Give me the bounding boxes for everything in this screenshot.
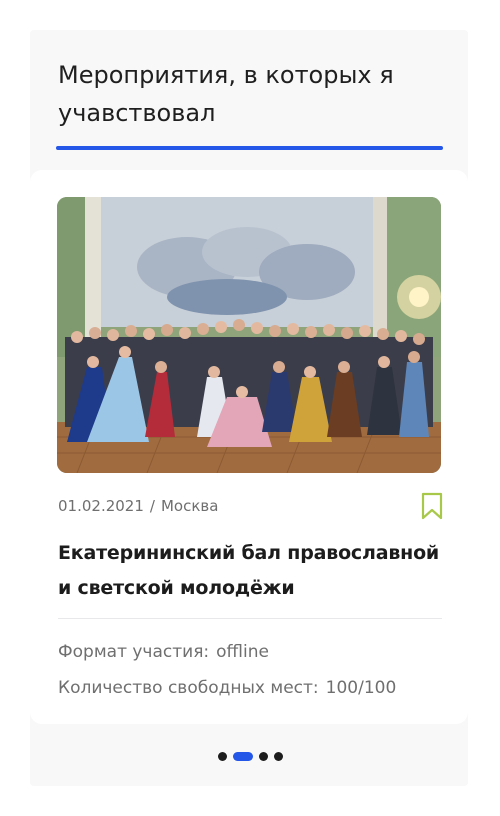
event-meta: 01.02.2021 / Москва [58,495,218,517]
free-seats-value: 100/100 [325,678,397,698]
free-seats-label: Количество свободных мест: [58,678,319,698]
event-photo[interactable] [57,197,441,473]
carousel-pagination [0,751,500,763]
carousel-dot[interactable] [258,752,268,761]
group-photo-image [57,197,441,473]
bookmark-icon-svg [421,492,443,520]
participation-format-row: Формат участия: offline [58,640,269,664]
participation-format-value: offline [216,642,269,662]
meta-separator: / [149,497,155,515]
bookmark-icon[interactable] [421,492,443,520]
title-underline [56,146,443,150]
participation-format-label: Формат участия: [58,642,210,662]
carousel-dot[interactable] [273,752,283,761]
event-title[interactable]: Екатерининский бал православной и светск… [58,536,453,606]
section-title: Мероприятия, в которых я учавствовал [58,61,394,127]
carousel-dot[interactable] [217,752,227,761]
card-divider [58,618,442,619]
event-date: 01.02.2021 [58,497,144,515]
free-seats-row: Количество свободных мест: 100/100 [58,676,396,700]
carousel-dot[interactable] [232,752,253,761]
event-city: Москва [160,497,219,515]
